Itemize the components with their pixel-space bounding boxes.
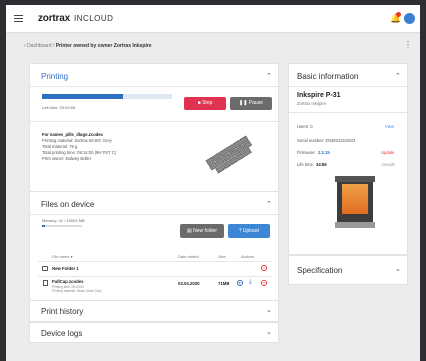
table-row[interactable]: FullCap.zcodex Printing time: 05:00:00 P… (38, 278, 272, 296)
firmware-update-link[interactable]: Update (381, 150, 395, 155)
print-details: For names_pills_dlugo.zcodex Printing ma… (42, 132, 116, 162)
printing-title: Printing (41, 72, 69, 81)
device-logs-title: Device logs (41, 329, 83, 338)
pause-button[interactable]: ❚❚ Pause (230, 97, 272, 110)
lifetime-value: 34:86 (316, 162, 327, 167)
users-count: Users: 0 (297, 124, 313, 129)
memory-usage: Memory: 41 / 15002 MB (42, 218, 85, 223)
print-owner: Print owner: Dalwey Boller (42, 156, 92, 161)
model-preview-image (205, 135, 253, 174)
row-date: 03.04.2020 (178, 281, 200, 286)
printer-model: Inkspire P-31 (297, 92, 341, 99)
print-progress-fill (42, 94, 123, 99)
col-actions: Actions (241, 254, 255, 259)
collapse-printing-icon[interactable]: ⌃ (266, 72, 272, 80)
row-file-name: New Folder 1 (52, 266, 79, 271)
expand-device-logs-icon[interactable]: ⌄ (266, 328, 272, 336)
col-date-added: Date added (178, 254, 199, 259)
divider (38, 276, 272, 277)
files-card: Files on device ⌃ Memory: 41 / 15002 MB … (29, 191, 279, 301)
printer-image (335, 172, 375, 230)
breadcrumb-root[interactable]: Dashboard (27, 43, 51, 49)
delete-icon[interactable]: × (261, 265, 267, 271)
folder-icon (42, 266, 48, 271)
stop-button[interactable]: ■ Stop (184, 97, 226, 110)
row-size: 71MB (218, 281, 230, 286)
breadcrumb-current: Printer owned by owner Zortrax Inkspire (55, 43, 152, 49)
collapse-files-icon[interactable]: ⌃ (266, 200, 272, 208)
row-file-sub2: Printing material: Resin Clear Grey (52, 289, 102, 293)
file-icon (43, 280, 48, 286)
printer-window (342, 184, 368, 214)
more-options-icon[interactable]: ⋮ (404, 40, 412, 49)
divider (30, 121, 278, 122)
users-view-link[interactable]: View (385, 124, 394, 129)
memory-bar-fill (42, 225, 45, 227)
stop-label: Stop (202, 100, 213, 106)
print-file-icon[interactable]: ▸ (237, 280, 243, 286)
delete-icon[interactable]: × (261, 280, 267, 286)
top-bar: zortrax INCLOUD 🔔 (6, 5, 420, 33)
firmware-label: Firmware: (297, 150, 316, 155)
specification-title: Specification (297, 266, 343, 275)
specification-card[interactable]: Specification ⌄ (288, 255, 408, 285)
stop-icon: ■ (197, 100, 201, 106)
firmware-version: 2.2.15 (318, 150, 330, 155)
divider (289, 86, 407, 87)
divider (289, 112, 407, 113)
divider (30, 86, 278, 87)
brand-name: zortrax (38, 13, 70, 24)
table-row[interactable]: New Folder 1 × (38, 263, 272, 275)
notification-badge (396, 12, 401, 17)
basic-info-card: Basic information ⌃ Inkspire P-31 Zortra… (288, 63, 408, 255)
breadcrumb-back-icon[interactable]: ‹ (24, 43, 26, 49)
print-history-title: Print history (41, 307, 84, 316)
print-progress-bar (42, 94, 172, 99)
pause-label: Pause (248, 100, 263, 106)
expand-specification-icon[interactable]: ⌄ (395, 265, 401, 273)
breadcrumb-separator: / (52, 43, 55, 49)
upload-label: Upload (242, 228, 259, 234)
device-logs-card[interactable]: Device logs ⌄ (29, 322, 279, 343)
avatar[interactable] (404, 13, 415, 24)
printer-lid (335, 176, 375, 182)
printer-maker: Zortrax Inkspire (297, 101, 327, 106)
upload-button[interactable]: ⤒ Upload (228, 224, 270, 238)
new-folder-label: New folder (193, 228, 218, 234)
memory-bar (42, 225, 82, 227)
basic-info-title: Basic information (297, 72, 359, 81)
breadcrumb: ‹ Dashboard / Printer owned by owner Zor… (24, 43, 152, 49)
divider (38, 261, 272, 262)
upload-icon: ⤒ (239, 228, 242, 234)
serial-number: Serial number: ZN38312G2633 (297, 138, 356, 143)
lifetime-label: Life time: (297, 162, 314, 167)
print-history-card[interactable]: Print history ⌄ (29, 301, 279, 322)
collapse-basic-info-icon[interactable]: ⌃ (395, 72, 401, 80)
divider (30, 214, 278, 215)
lifetime-details-link[interactable]: Details (382, 162, 395, 167)
printing-card: Printing ⌃ Left time: 03:09:55 ■ Stop ❚❚… (29, 63, 279, 195)
new-folder-button[interactable]: ▤ New folder (180, 224, 224, 238)
printer-base (335, 222, 375, 228)
download-icon[interactable]: ⤓ (249, 279, 252, 286)
app-screen: zortrax INCLOUD 🔔 ‹ Dashboard / Printer o… (6, 5, 420, 361)
folder-plus-icon: ▤ (186, 228, 192, 234)
time-left: Left time: 03:09:55 (42, 105, 76, 110)
expand-print-history-icon[interactable]: ⌄ (266, 306, 272, 314)
brand-logo[interactable]: zortrax INCLOUD (38, 13, 113, 24)
menu-icon[interactable] (14, 15, 23, 24)
pause-icon: ❚❚ (239, 100, 248, 106)
col-size: Size (218, 254, 226, 259)
col-file-name[interactable]: File name ▾ (52, 254, 73, 259)
files-title: Files on device (41, 200, 95, 209)
row-file-name: FullCap.zcodex (52, 279, 84, 284)
brand-suffix: INCLOUD (73, 14, 114, 23)
